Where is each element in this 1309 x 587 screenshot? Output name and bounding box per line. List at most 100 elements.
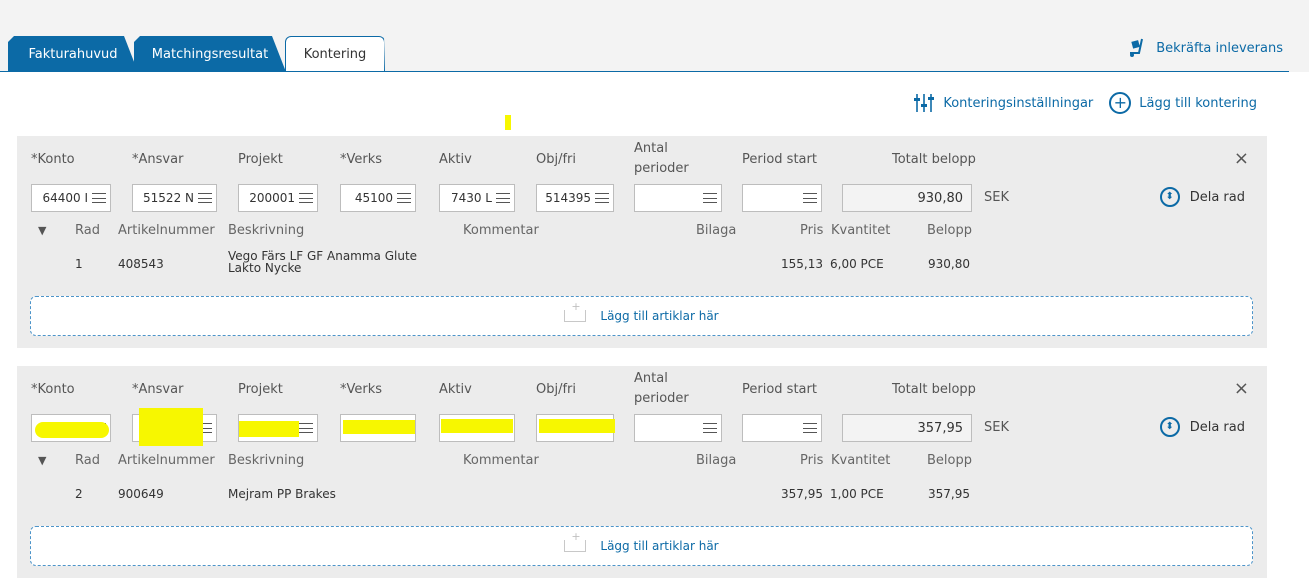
tab-kontering[interactable]: Kontering [285,36,385,72]
split-icon: ⬍ [1159,417,1180,437]
pris-value: 357,95 [781,487,823,501]
redaction-mark [539,419,615,433]
antal-perioder-field[interactable] [634,414,722,442]
upload-icon [564,530,587,552]
chevron-down-icon[interactable]: ▼ [38,454,46,467]
ansvar-field[interactable]: 51522 N [132,184,217,212]
total-amount-field: 357,95 [842,414,972,442]
list-icon[interactable] [397,193,411,203]
list-icon[interactable] [803,423,817,433]
add-articles-dropzone[interactable]: Lägg till artiklar här [30,526,1253,566]
list-icon[interactable] [595,193,609,203]
tab-fakturahuvud[interactable]: Fakturahuvud [8,36,138,72]
konto-header: *Konto [31,152,75,167]
split-row-button[interactable]: ⬍ Dela rad [1159,417,1245,437]
belopp-value: 357,95 [928,487,970,501]
period-start-field[interactable] [742,184,822,212]
currency-label: SEK [984,420,1009,435]
rad-value: 1 [75,257,83,271]
verks-value: 45100 [354,191,393,205]
objfri-header: Obj/fri [536,152,577,167]
aktiv-header: Aktiv [439,382,472,397]
beskrivning-header: Beskrivning [228,453,305,468]
beskrivning-value: Mejram PP Brakes [228,487,336,501]
chevron-down-icon[interactable]: ▼ [38,224,46,237]
period-start-field[interactable] [742,414,822,442]
list-icon[interactable] [703,193,717,203]
artikelnummer-value: 408543 [118,257,164,271]
period-start-header: Period start [742,382,817,397]
antal-header: Antal [634,141,668,156]
bilaga-header: Bilaga [696,453,737,468]
kvantitet-header: Kvantitet [831,223,891,238]
bilaga-header: Bilaga [696,223,737,238]
confirm-delivery-button[interactable]: Bekräfta inleverans [1126,38,1283,58]
belopp-header: Belopp [927,453,972,468]
close-icon[interactable]: × [1234,148,1249,169]
hand-truck-icon [1130,38,1144,57]
artikelnummer-header: Artikelnummer [118,453,215,468]
pris-value: 155,13 [781,257,823,271]
tab-bar: Fakturahuvud Matchingsresultat Kontering [8,36,1309,72]
add-posting-icon[interactable]: + [1109,92,1132,114]
tab-underline [0,71,1289,72]
rad-header: Rad [75,223,100,238]
list-icon[interactable] [92,193,106,203]
verks-header: *Verks [340,152,383,167]
split-row-label: Dela rad [1189,189,1245,205]
konto-value: 64400 I [42,191,88,205]
posting-toolbar: Konteringsinställningar + Lägg till kont… [913,92,1257,114]
objfri-field[interactable]: 514395 [536,184,614,212]
redaction-mark [343,420,415,434]
konto-field[interactable]: 64400 I [31,184,111,212]
period-start-header: Period start [742,152,817,167]
kvantitet-value: 6,00 PCE [830,257,884,271]
beskrivning-header: Beskrivning [228,223,305,238]
perioder-header: perioder [634,391,689,406]
list-icon[interactable] [496,193,510,203]
projekt-value: 200001 [249,191,295,205]
total-amount-value: 357,95 [917,420,964,436]
rad-header: Rad [75,453,100,468]
total-amount-header: Totalt belopp [892,382,976,397]
objfri-header: Obj/fri [536,382,577,397]
tab-label: Matchingsresultat [151,46,269,62]
kvantitet-header: Kvantitet [831,453,891,468]
objfri-value: 514395 [545,191,591,205]
add-articles-dropzone[interactable]: Lägg till artiklar här [30,296,1253,336]
split-row-label: Dela rad [1189,419,1245,435]
antal-header: Antal [634,371,668,386]
yellow-mark [505,115,511,130]
projekt-header: Projekt [238,382,283,397]
list-icon[interactable] [198,193,212,203]
tab-label: Fakturahuvud [28,46,118,62]
list-icon[interactable] [299,423,313,433]
redaction-mark [239,421,299,437]
redaction-mark [35,422,109,438]
split-row-button[interactable]: ⬍ Dela rad [1159,187,1245,207]
ansvar-value: 51522 N [143,191,194,205]
list-icon[interactable] [703,423,717,433]
posting-settings-link[interactable]: Konteringsinställningar [943,96,1093,111]
beskrivning-value-line2: Lakto Nycke [228,261,302,275]
verks-field[interactable]: 45100 [340,184,416,212]
ansvar-header: *Ansvar [132,152,184,167]
redaction-mark [139,408,203,446]
belopp-header: Belopp [927,223,972,238]
aktiv-header: Aktiv [439,152,472,167]
projekt-field[interactable]: 200001 [238,184,318,212]
list-icon[interactable] [803,193,817,203]
artikelnummer-value: 900649 [118,487,164,501]
close-icon[interactable]: × [1234,378,1249,399]
list-icon[interactable] [299,193,313,203]
belopp-value: 930,80 [928,257,970,271]
confirm-delivery-label: Bekräfta inleverans [1156,40,1283,56]
kvantitet-value: 1,00 PCE [830,487,884,501]
rad-value: 2 [75,487,83,501]
antal-perioder-field[interactable] [634,184,722,212]
aktiv-field[interactable]: 7430 L [439,184,515,212]
total-amount-field: 930,80 [842,184,972,212]
tab-matchingsresultat[interactable]: Matchingsresultat [134,36,286,72]
add-posting-link[interactable]: Lägg till kontering [1139,96,1257,111]
aktiv-value: 7430 L [450,191,492,205]
